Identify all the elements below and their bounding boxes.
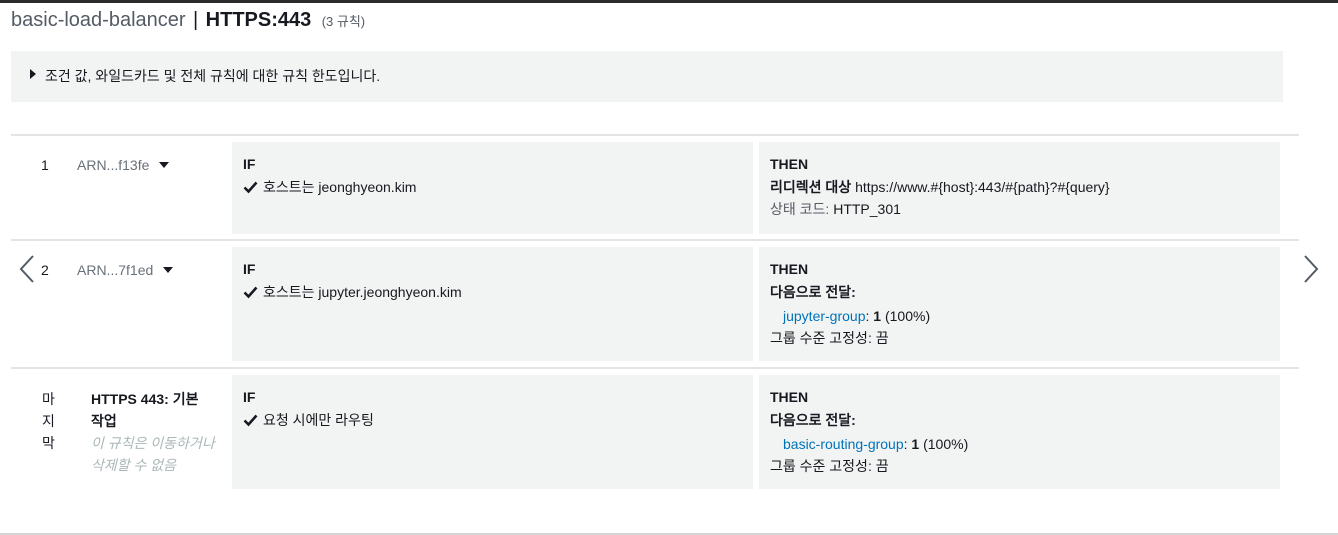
if-label: IF [243, 261, 256, 277]
divider [11, 239, 1299, 241]
rule-count: (3 규칙) [321, 14, 366, 29]
condition-text: 호스트는 jeonghyeon.kim [263, 179, 417, 195]
target-group-row: basic-routing-group: 1 (100%) [770, 433, 1269, 455]
status-label: 상태 코드: [770, 201, 830, 217]
weight-colon: : [865, 308, 870, 324]
weight-percent: (100%) [923, 436, 969, 452]
chevron-right-icon[interactable] [1302, 254, 1320, 284]
then-label: THEN [770, 389, 809, 405]
rule-number-last: 마지막 [42, 391, 55, 451]
divider [11, 367, 1299, 369]
top-border [0, 0, 1338, 3]
chevron-left-icon[interactable] [18, 254, 36, 284]
listener-name: HTTPS:443 [205, 9, 312, 31]
target-group-link[interactable]: jupyter-group [783, 308, 866, 324]
rule-arn-dropdown[interactable]: ARN...f13fe [77, 157, 170, 173]
rule-limits-expander[interactable]: 조건 값, 와일드카드 및 전체 규칙에 대한 규칙 한도입니다. [11, 51, 1283, 102]
default-rule-title: HTTPS 443: 기본 작업 [91, 391, 199, 429]
check-icon [243, 181, 258, 194]
rule-arn: ARN...f13fe [77, 157, 150, 173]
condition-row: 요청 시에만 라우팅 [243, 409, 742, 431]
condition-text: 요청 시에만 라우팅 [263, 412, 374, 428]
rule-number: 1 [41, 157, 49, 173]
rule-number: 2 [41, 262, 49, 278]
condition-text: 호스트는 jupyter.jeonghyeon.kim [263, 284, 462, 300]
status-value: HTTP_301 [833, 201, 901, 217]
rule-limits-text: 조건 값, 와일드카드 및 전체 규칙에 대한 규칙 한도입니다. [45, 68, 381, 84]
weight-value: 1 [873, 308, 882, 324]
rule-arn-dropdown[interactable]: ARN...7f1ed [77, 262, 174, 278]
forward-label: 다음으로 전달: [770, 412, 856, 428]
if-label: IF [243, 156, 256, 172]
then-label: THEN [770, 156, 809, 172]
caret-down-icon [163, 267, 174, 273]
triangle-right-icon [30, 69, 36, 79]
status-row: 상태 코드: HTTP_301 [770, 198, 1269, 220]
target-group-row: jupyter-group: 1 (100%) [770, 305, 1269, 327]
header-separator: | [193, 9, 199, 31]
condition-row: 호스트는 jupyter.jeonghyeon.kim [243, 281, 742, 303]
rule-condition-cell: IF 요청 시에만 라우팅 [232, 375, 753, 489]
stickiness-text: 그룹 수준 고정성: 끔 [770, 458, 889, 474]
page-header: basic-load-balancer | HTTPS:443 (3 규칙) [11, 9, 365, 32]
redirect-url: https://www.#{host}:443/#{path}?#{query} [855, 179, 1110, 195]
caret-down-icon [159, 162, 170, 168]
default-rule-note: 이 규칙은 이동하거나 삭제할 수 없음 [91, 435, 215, 473]
then-label: THEN [770, 261, 809, 277]
redirect-row: 리디렉션 대상 https://www.#{host}:443/#{path}?… [770, 176, 1269, 198]
rule-action-cell: THEN 다음으로 전달: basic-routing-group: 1 (10… [759, 375, 1280, 489]
check-icon [243, 286, 258, 299]
condition-row: 호스트는 jeonghyeon.kim [243, 176, 742, 198]
rule-condition-cell: IF 호스트는 jeonghyeon.kim [232, 142, 753, 234]
redirect-label: 리디렉션 대상 [770, 179, 852, 195]
weight-colon: : [903, 436, 908, 452]
forward-label: 다음으로 전달: [770, 284, 856, 300]
rule-condition-cell: IF 호스트는 jupyter.jeonghyeon.kim [232, 247, 753, 361]
weight-percent: (100%) [884, 308, 931, 324]
divider [11, 134, 1299, 136]
rule-action-cell: THEN 리디렉션 대상 https://www.#{host}:443/#{p… [759, 142, 1280, 234]
if-label: IF [243, 389, 256, 405]
load-balancer-name: basic-load-balancer [11, 9, 186, 31]
weight-value: 1 [911, 436, 920, 452]
target-group-link[interactable]: basic-routing-group [783, 436, 904, 452]
stickiness-text: 그룹 수준 고정성: 끔 [770, 330, 889, 346]
check-icon [243, 414, 258, 427]
rule-arn: ARN...7f1ed [77, 262, 154, 278]
rule-action-cell: THEN 다음으로 전달: jupyter-group: 1 (100%) 그룹… [759, 247, 1280, 361]
